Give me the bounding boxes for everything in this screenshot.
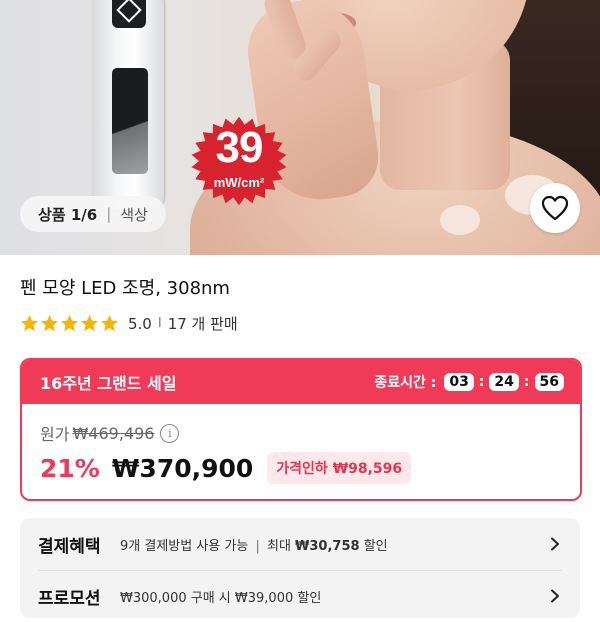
star-rating — [20, 314, 120, 333]
payment-benefit-desc: 9개 결제방법 사용 가능 | 최대 ₩30,758 할인 — [120, 535, 548, 554]
rating-value: 5.0 — [128, 314, 152, 333]
original-price-label: 원가 — [40, 425, 70, 444]
timer-label: 종료시간 : — [374, 375, 437, 391]
gallery-counter[interactable]: 상품 1/6 | 색상 — [20, 196, 166, 232]
sale-card: 16주년 그랜드 세일 종료시간 : 03 : 24 : 56 원가 ₩469,… — [20, 358, 582, 501]
timer-minutes: 24 — [489, 373, 519, 391]
sale-title: 16주년 그랜드 세일 — [40, 374, 177, 393]
device-window — [112, 68, 148, 174]
chevron-right-icon — [551, 589, 559, 603]
heart-icon — [541, 195, 569, 221]
payment-benefit-label: 결제혜택 — [38, 536, 101, 557]
wishlist-button[interactable] — [530, 183, 580, 233]
gallery-counter-separator: | — [106, 205, 112, 223]
skin-patch — [440, 205, 480, 235]
power-badge-value: 39 — [215, 123, 264, 172]
chevron-right-icon — [551, 537, 559, 551]
discount-percent: 21% — [40, 453, 100, 483]
star-icon — [101, 315, 118, 332]
color-option-label[interactable]: 색상 — [120, 204, 148, 225]
product-title: 펜 모양 LED 조명, 308nm — [20, 278, 230, 299]
timer-colon: : — [478, 374, 485, 390]
price-cut-badge: 가격인하 ₩98,596 — [267, 452, 412, 484]
product-image-gallery[interactable]: 39 mW/cm² 상품 1/6 | 색상 — [0, 0, 600, 255]
star-icon — [21, 315, 38, 332]
star-icon — [41, 315, 58, 332]
timer-seconds: 56 — [534, 373, 564, 391]
benefits-card: 결제혜택 9개 결제방법 사용 가능 | 최대 ₩30,758 할인 프로모션 … — [20, 518, 580, 618]
device-button-icon — [112, 0, 146, 28]
star-icon — [61, 315, 78, 332]
payment-discount-text: 할인 — [363, 538, 388, 554]
sale-price: ₩370,900 — [111, 453, 254, 483]
star-icon — [81, 315, 98, 332]
gallery-counter-text: 상품 1/6 — [38, 205, 98, 224]
rating-row[interactable]: 5.0 I 17 개 판매 — [20, 313, 238, 334]
original-price: ₩469,496 — [72, 423, 155, 443]
sale-header: 16주년 그랜드 세일 종료시간 : 03 : 24 : 56 — [22, 360, 580, 404]
payment-methods-text: 9개 결제방법 사용 가능 — [120, 538, 249, 554]
power-badge-unit: mW/cm² — [213, 175, 265, 190]
info-icon[interactable]: i — [160, 423, 180, 443]
payment-benefit-row[interactable]: 결제혜택 9개 결제방법 사용 가능 | 최대 ₩30,758 할인 — [38, 518, 562, 571]
power-badge: 39 mW/cm² — [186, 113, 292, 209]
original-price-row: 원가 ₩469,496 i — [40, 421, 180, 445]
promotion-desc: ₩300,000 구매 시 ₩39,000 할인 — [120, 590, 322, 606]
payment-max-text: 최대 — [266, 538, 291, 554]
payment-separator: | — [255, 538, 260, 554]
countdown-timer: 종료시간 : 03 : 24 : 56 — [374, 372, 564, 392]
timer-hours: 03 — [444, 373, 474, 391]
rating-separator: I — [157, 316, 162, 331]
price-row: 21% ₩370,900 가격인하 ₩98,596 — [40, 452, 412, 484]
sold-count: 17 개 판매 — [167, 315, 238, 333]
payment-max-amount: ₩30,758 — [295, 538, 360, 554]
timer-colon: : — [523, 374, 530, 390]
promotion-label: 프로모션 — [38, 588, 101, 609]
promotion-row[interactable]: 프로모션 ₩300,000 구매 시 ₩39,000 할인 — [38, 570, 562, 622]
